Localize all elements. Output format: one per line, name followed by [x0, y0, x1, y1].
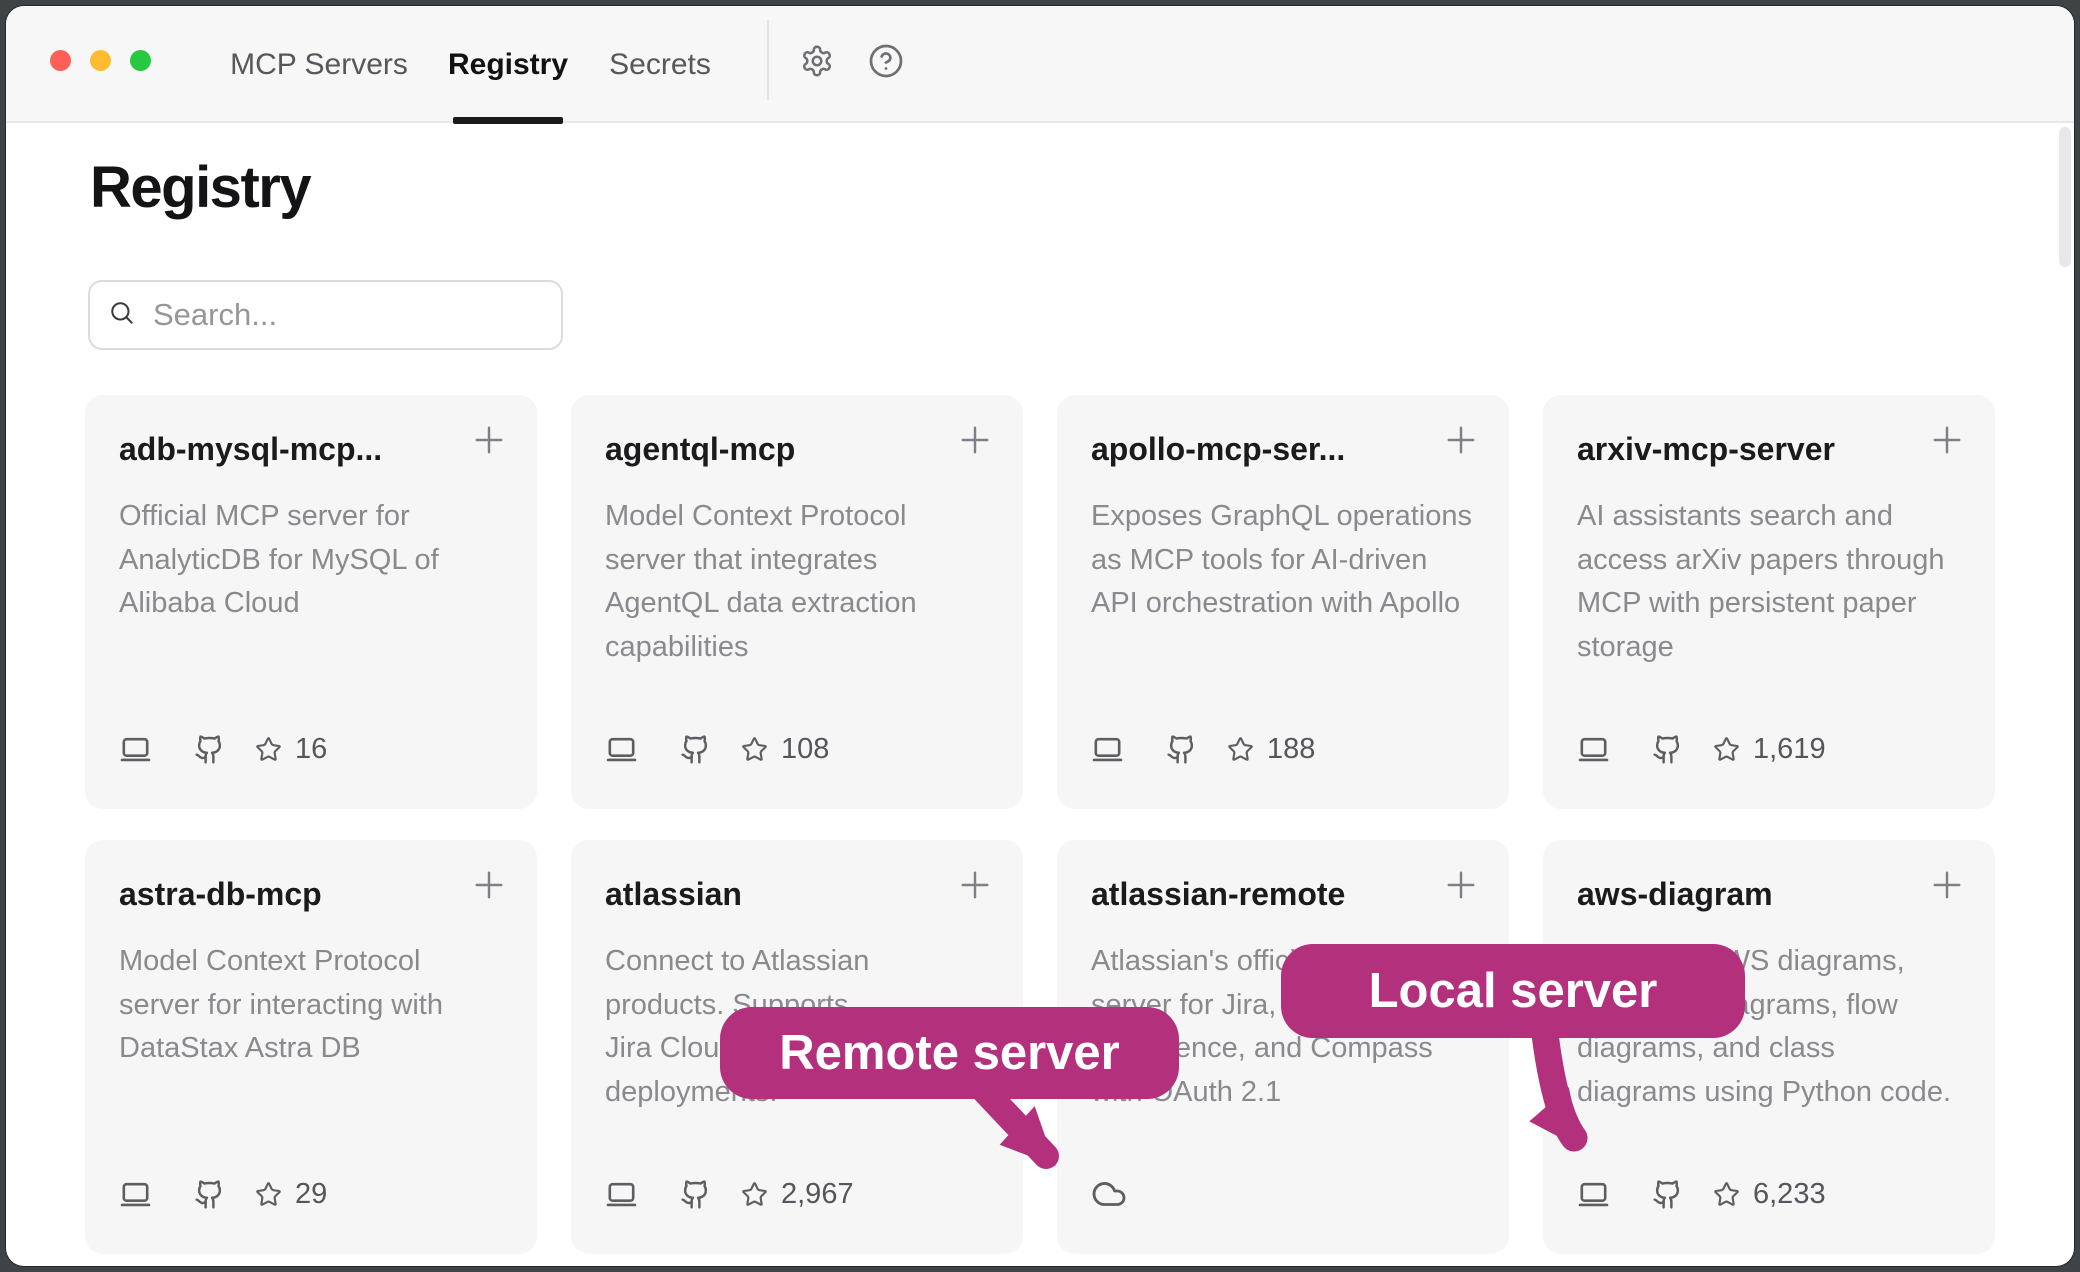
toolbar-divider [767, 20, 769, 100]
server-card[interactable]: adb-mysql-mcp... Official MCP server for… [85, 395, 537, 809]
plus-icon [468, 449, 510, 464]
app-window: MCP Servers Registry Secrets [6, 6, 2074, 1266]
star-count: 188 [1267, 733, 1315, 766]
tab-mcp-servers[interactable]: MCP Servers [219, 6, 419, 123]
server-name: atlassian [605, 876, 742, 913]
close-window-button[interactable] [50, 50, 71, 71]
card-footer: 188 [1091, 729, 1315, 769]
gear-icon [800, 44, 834, 83]
laptop-icon [119, 1178, 152, 1211]
vertical-scrollbar-thumb[interactable] [2059, 127, 2071, 267]
server-description: Model Context Protocol server for intera… [119, 940, 443, 1071]
settings-button[interactable] [798, 44, 836, 82]
plus-icon [1440, 449, 1482, 464]
server-name: adb-mysql-mcp... [119, 431, 382, 468]
star-count: 108 [781, 733, 829, 766]
github-icon [194, 1179, 225, 1210]
server-name: arxiv-mcp-server [1577, 431, 1835, 468]
search-input[interactable] [151, 296, 543, 334]
tab-secrets[interactable]: Secrets [600, 6, 720, 123]
card-footer: 108 [605, 729, 829, 769]
page-title: Registry [90, 154, 310, 221]
server-description: Official MCP server for AnalyticDB for M… [119, 495, 439, 626]
star-icon [1713, 1181, 1740, 1208]
star-icon [1227, 736, 1254, 763]
star-icon [255, 736, 282, 763]
card-footer: 16 [119, 729, 327, 769]
card-footer: 6,233 [1577, 1174, 1826, 1214]
add-server-button[interactable] [951, 417, 999, 465]
card-footer: 2,967 [605, 1174, 854, 1214]
add-server-button[interactable] [951, 862, 999, 910]
help-icon [868, 43, 904, 84]
card-footer: 29 [119, 1174, 327, 1214]
search-icon [108, 299, 135, 331]
plus-icon [954, 449, 996, 464]
active-tab-underline [453, 117, 563, 124]
github-icon [1166, 734, 1197, 765]
star-count: 1,619 [1753, 733, 1826, 766]
star-count: 2,967 [781, 1178, 854, 1211]
server-name: apollo-mcp-ser... [1091, 431, 1345, 468]
github-icon [680, 734, 711, 765]
add-server-button[interactable] [465, 862, 513, 910]
star-icon [255, 1181, 282, 1208]
remote-server-callout: Remote server [720, 1007, 1179, 1099]
star-count: 16 [295, 733, 327, 766]
tab-registry[interactable]: Registry [444, 6, 572, 123]
plus-icon [1926, 449, 1968, 464]
server-description: Model Context Protocol server that integ… [605, 495, 917, 669]
star-icon [741, 1181, 768, 1208]
help-button[interactable] [867, 44, 905, 82]
plus-icon [1926, 894, 1968, 909]
github-icon [1652, 734, 1683, 765]
card-footer: 1,619 [1577, 729, 1826, 769]
server-name: astra-db-mcp [119, 876, 322, 913]
titlebar: MCP Servers Registry Secrets [6, 6, 2074, 123]
minimize-window-button[interactable] [90, 50, 111, 71]
laptop-icon [1091, 733, 1124, 766]
server-card-grid: adb-mysql-mcp... Official MCP server for… [85, 395, 1995, 1254]
server-card[interactable]: apollo-mcp-ser... Exposes GraphQL operat… [1057, 395, 1509, 809]
server-name: atlassian-remote [1091, 876, 1345, 913]
star-count: 6,233 [1753, 1178, 1826, 1211]
server-description: AI assistants search and access arXiv pa… [1577, 495, 1945, 669]
plus-icon [954, 894, 996, 909]
local-server-callout: Local server [1281, 944, 1745, 1038]
search-box [88, 280, 563, 350]
laptop-icon [119, 733, 152, 766]
server-card[interactable]: agentql-mcp Model Context Protocol serve… [571, 395, 1023, 809]
zoom-window-button[interactable] [130, 50, 151, 71]
add-server-button[interactable] [1437, 417, 1485, 465]
server-card[interactable]: aws-diagram Generate AWS diagrams, seque… [1543, 840, 1995, 1254]
server-description: Exposes GraphQL operations as MCP tools … [1091, 495, 1472, 626]
star-icon [1713, 736, 1740, 763]
add-server-button[interactable] [1923, 417, 1971, 465]
server-name: aws-diagram [1577, 876, 1773, 913]
laptop-icon [605, 1178, 638, 1211]
cloud-icon [1091, 1176, 1127, 1212]
laptop-icon [605, 733, 638, 766]
traffic-lights [50, 50, 151, 71]
add-server-button[interactable] [1437, 862, 1485, 910]
github-icon [194, 734, 225, 765]
plus-icon [1440, 894, 1482, 909]
github-icon [1652, 1179, 1683, 1210]
add-server-button[interactable] [1923, 862, 1971, 910]
laptop-icon [1577, 1178, 1610, 1211]
server-card[interactable]: arxiv-mcp-server AI assistants search an… [1543, 395, 1995, 809]
github-icon [680, 1179, 711, 1210]
server-card[interactable]: astra-db-mcp Model Context Protocol serv… [85, 840, 537, 1254]
star-count: 29 [295, 1178, 327, 1211]
card-footer [1091, 1174, 1127, 1214]
desktop-background: MCP Servers Registry Secrets [0, 0, 2080, 1272]
plus-icon [468, 894, 510, 909]
laptop-icon [1577, 733, 1610, 766]
star-icon [741, 736, 768, 763]
server-name: agentql-mcp [605, 431, 795, 468]
add-server-button[interactable] [465, 417, 513, 465]
